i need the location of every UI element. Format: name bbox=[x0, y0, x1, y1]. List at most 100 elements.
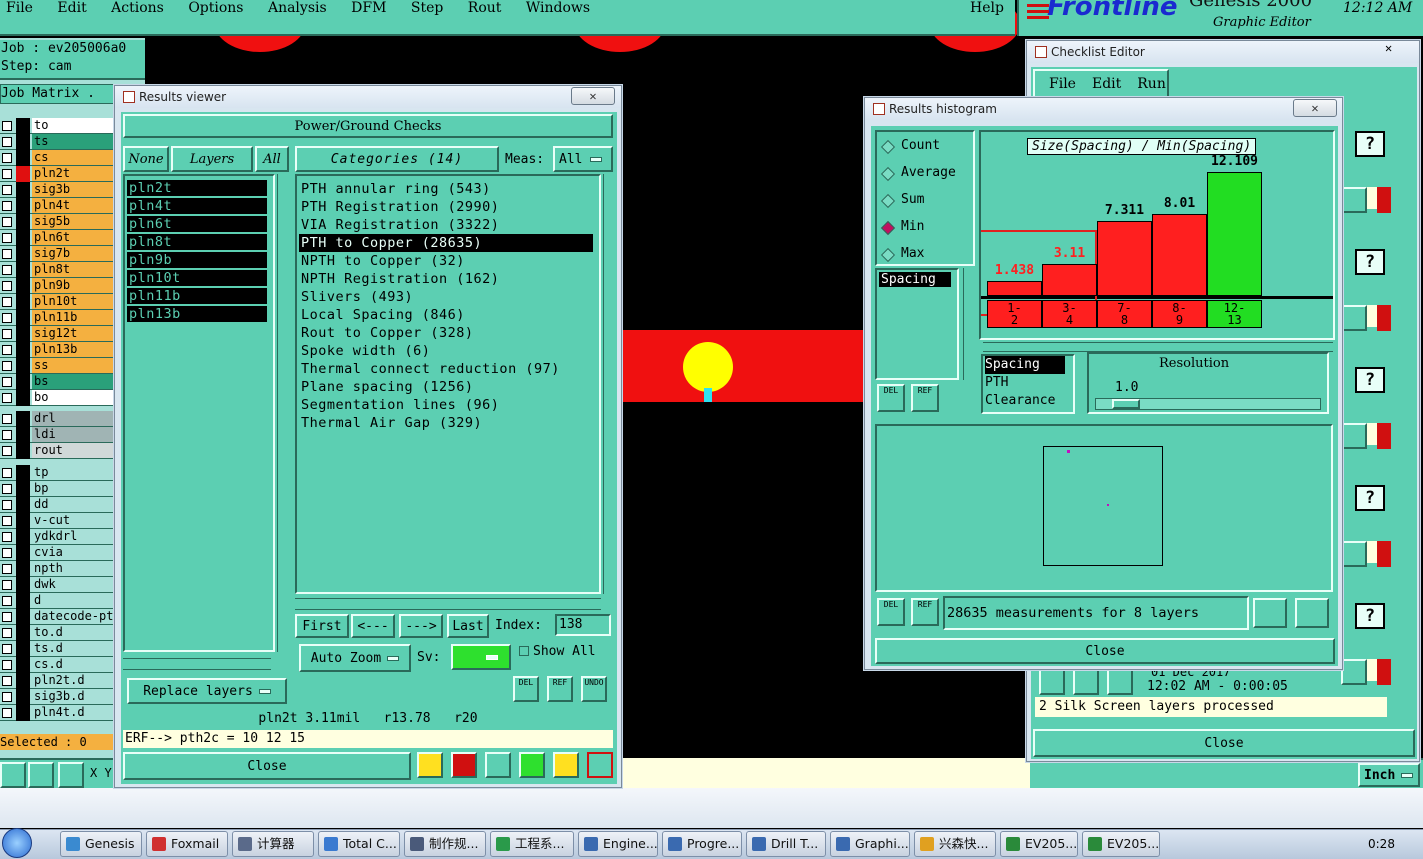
layer-name[interactable]: cs bbox=[32, 150, 114, 165]
layer-name[interactable]: sig12t bbox=[32, 326, 114, 341]
histogram-chart[interactable]: Size(Spacing) / Min(Spacing) 1.438 1- 2 3.… bbox=[979, 130, 1335, 340]
categories-button[interactable]: Categories (14) bbox=[295, 146, 499, 172]
layer-row[interactable]: npth bbox=[0, 561, 115, 577]
layer-checkbox[interactable] bbox=[2, 430, 12, 440]
histogram-bar[interactable] bbox=[1097, 221, 1152, 296]
taskbar-item[interactable]: EV205... bbox=[1000, 831, 1078, 857]
menu-windows[interactable]: Windows bbox=[526, 0, 590, 16]
next-result-icon[interactable] bbox=[1295, 598, 1329, 628]
all-button[interactable]: All bbox=[255, 146, 289, 172]
layer-name[interactable]: sig3b bbox=[32, 182, 114, 197]
layer-row[interactable]: bs bbox=[0, 374, 115, 390]
zoom-icon[interactable] bbox=[1341, 305, 1367, 331]
layer-name[interactable]: pln2t bbox=[32, 166, 114, 181]
help-icon[interactable]: ? bbox=[1355, 603, 1385, 629]
layer-row[interactable]: d bbox=[0, 593, 115, 609]
alert-icon[interactable] bbox=[1377, 187, 1391, 213]
layer-list-item[interactable]: pln13b bbox=[127, 306, 267, 322]
layer-list-item[interactable]: pln9b bbox=[127, 252, 267, 268]
taskbar-item[interactable]: Total C... bbox=[318, 831, 400, 857]
layer-name[interactable]: sig7b bbox=[32, 246, 114, 261]
zoom-icon[interactable] bbox=[0, 762, 26, 788]
del-icon[interactable]: DEL bbox=[877, 598, 905, 626]
close-icon[interactable]: ✕ bbox=[1385, 41, 1392, 55]
category-item[interactable]: NPTH Registration (162) bbox=[299, 270, 593, 288]
layer-checkbox[interactable] bbox=[2, 516, 12, 526]
layer-checkbox[interactable] bbox=[2, 201, 12, 211]
layer-row[interactable]: pln2t bbox=[0, 166, 115, 182]
meas-select[interactable]: All bbox=[553, 146, 613, 172]
category-item[interactable]: Segmentation lines (96) bbox=[299, 396, 593, 414]
checklist-titlebar[interactable]: Checklist Editor bbox=[1027, 41, 1419, 63]
category-item[interactable]: Spoke width (6) bbox=[299, 342, 593, 360]
del-icon[interactable]: DEL bbox=[513, 676, 539, 702]
category-item[interactable]: VIA Registration (3322) bbox=[299, 216, 593, 234]
layer-name[interactable]: bo bbox=[32, 390, 114, 405]
layer-name[interactable]: datecode-pt bbox=[32, 609, 114, 624]
taskbar-item[interactable]: 兴森快... bbox=[914, 831, 996, 857]
layer-name[interactable]: pln11b bbox=[32, 310, 114, 325]
taskbar-item[interactable]: Graphi... bbox=[830, 831, 910, 857]
category-hscrollbar[interactable] bbox=[295, 598, 601, 610]
checklist-menu-edit[interactable]: Edit bbox=[1092, 76, 1121, 92]
layer-name[interactable]: bs bbox=[32, 374, 114, 389]
layer-list-item[interactable]: pln4t bbox=[127, 198, 267, 214]
alert-icon[interactable] bbox=[1377, 423, 1391, 449]
category-item[interactable]: PTH Registration (2990) bbox=[299, 198, 593, 216]
layer-checkbox[interactable] bbox=[2, 628, 12, 638]
layer-row[interactable]: pln4t bbox=[0, 198, 115, 214]
layer-row[interactable]: drl bbox=[0, 411, 115, 427]
histogram-icon[interactable] bbox=[587, 752, 613, 778]
layers-button[interactable]: Layers bbox=[171, 146, 253, 172]
layer-row[interactable]: pln2t.d bbox=[0, 673, 115, 689]
measure-list[interactable]: Spacing bbox=[875, 268, 959, 380]
measure-type-scrollbar[interactable] bbox=[1075, 354, 1087, 414]
layer-name[interactable]: sig5b bbox=[32, 214, 114, 229]
next-button[interactable]: ---> bbox=[399, 614, 443, 638]
sv-color-select[interactable] bbox=[451, 644, 511, 670]
layer-checkbox[interactable] bbox=[2, 217, 12, 227]
min-radio[interactable] bbox=[880, 220, 896, 236]
layer-list-item[interactable]: pln10t bbox=[127, 270, 267, 286]
layer-row[interactable]: ts.d bbox=[0, 641, 115, 657]
layer-name[interactable]: cs.d bbox=[32, 657, 114, 672]
layer-selection-list[interactable]: pln2t pln4t pln6t pln8t pln9b pln10t pln11b pln… bbox=[123, 174, 275, 652]
layer-checkbox[interactable] bbox=[2, 692, 12, 702]
measure-list-item[interactable]: Spacing bbox=[879, 272, 951, 287]
layer-checkbox[interactable] bbox=[2, 564, 12, 574]
menu-step[interactable]: Step bbox=[411, 0, 443, 16]
layer-row[interactable]: tp bbox=[0, 465, 115, 481]
close-icon[interactable]: ✕ bbox=[571, 87, 615, 105]
first-button[interactable]: First bbox=[295, 614, 349, 638]
replace-layers-select[interactable]: Replace layers bbox=[127, 678, 287, 704]
checklist-menu-file[interactable]: File bbox=[1049, 76, 1076, 92]
taskbar-item[interactable]: Drill T... bbox=[746, 831, 826, 857]
layer-name[interactable]: pln10t bbox=[32, 294, 114, 309]
layer-name[interactable]: bp bbox=[32, 481, 114, 496]
category-item[interactable]: Plane spacing (1256) bbox=[299, 378, 593, 396]
layer-name[interactable]: pln4t.d bbox=[32, 705, 114, 720]
taskbar-item[interactable]: Genesis bbox=[60, 831, 142, 857]
layer-name[interactable]: dwk bbox=[32, 577, 114, 592]
layer-name[interactable]: tp bbox=[32, 465, 114, 480]
layer-checkbox[interactable] bbox=[2, 313, 12, 323]
layer-checkbox[interactable] bbox=[2, 468, 12, 478]
menu-analysis[interactable]: Analysis bbox=[268, 0, 327, 16]
layer-checkbox[interactable] bbox=[2, 676, 12, 686]
index-field[interactable]: 138 bbox=[555, 614, 611, 636]
average-radio[interactable] bbox=[880, 166, 896, 182]
zoom-icon[interactable] bbox=[1341, 187, 1367, 213]
layer-name[interactable]: ts bbox=[32, 134, 114, 149]
layer-row[interactable]: pln4t.d bbox=[0, 705, 115, 721]
layer-row[interactable]: sig3b.d bbox=[0, 689, 115, 705]
measure-type-list[interactable]: Spacing PTH Clearance bbox=[981, 354, 1075, 414]
layer-row[interactable]: sig5b bbox=[0, 214, 115, 230]
step-icon[interactable] bbox=[519, 752, 545, 778]
layer-checkbox[interactable] bbox=[2, 281, 12, 291]
layer-row[interactable]: ts bbox=[0, 134, 115, 150]
layer-checkbox[interactable] bbox=[2, 548, 12, 558]
layer-row[interactable]: ldi bbox=[0, 427, 115, 443]
layer-name[interactable]: ss bbox=[32, 358, 114, 373]
layer-name[interactable]: ldi bbox=[32, 427, 114, 442]
none-button[interactable]: None bbox=[123, 146, 169, 172]
